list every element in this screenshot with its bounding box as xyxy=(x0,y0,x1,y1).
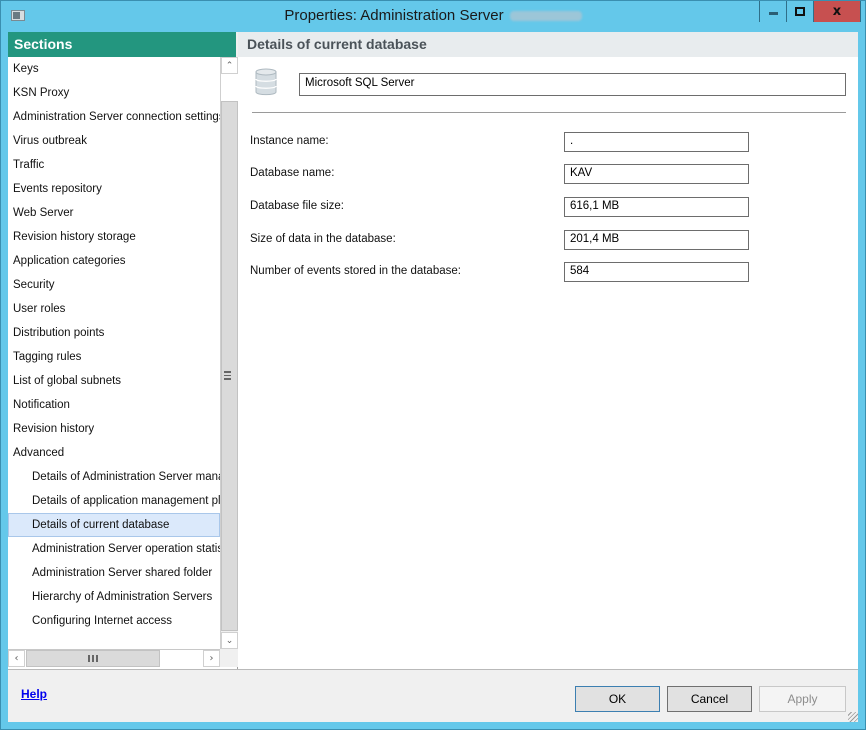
title-bar[interactable]: Properties: Administration Server x xyxy=(1,1,865,31)
ok-button[interactable]: OK xyxy=(575,686,660,712)
data-size-row: Size of data in the database: 201,4 MB xyxy=(250,230,750,250)
sidebar-item[interactable]: Details of application management plug-i… xyxy=(8,489,220,513)
scroll-left-button[interactable]: ‹ xyxy=(8,650,25,667)
data-size-label: Size of data in the database: xyxy=(250,233,396,245)
minimize-button[interactable] xyxy=(760,1,787,22)
scrollbar-corner xyxy=(220,649,238,667)
scroll-track[interactable] xyxy=(221,74,238,101)
splitter-grip-icon[interactable] xyxy=(224,371,232,381)
sidebar-item[interactable]: Revision history xyxy=(8,417,220,441)
sidebar-item[interactable]: User roles xyxy=(8,297,220,321)
database-file-size-row: Database file size: 616,1 MB xyxy=(250,197,750,217)
database-name-field[interactable]: KAV xyxy=(564,164,749,184)
cancel-button[interactable]: Cancel xyxy=(667,686,752,712)
help-link[interactable]: Help xyxy=(21,687,47,701)
sidebar-item[interactable]: Configuring Internet access xyxy=(8,609,220,633)
vertical-scroll-thumb[interactable] xyxy=(221,101,238,631)
scroll-right-button[interactable]: › xyxy=(203,650,220,667)
database-name-row: Database name: KAV xyxy=(250,164,750,184)
sidebar-item[interactable]: Notification xyxy=(8,393,220,417)
sidebar-item[interactable]: Keys xyxy=(8,57,220,81)
sidebar-item[interactable]: Traffic xyxy=(8,153,220,177)
database-file-size-label: Database file size: xyxy=(250,200,344,212)
database-details-panel: Microsoft SQL Server Instance name: . Da… xyxy=(238,57,858,669)
database-file-size-field[interactable]: 616,1 MB xyxy=(564,197,749,217)
maximize-button[interactable] xyxy=(787,1,814,22)
chevron-up-icon: ⌃ xyxy=(225,60,234,71)
apply-button[interactable]: Apply xyxy=(759,686,846,712)
content-title: Details of current database xyxy=(238,32,858,57)
resize-grip-icon[interactable] xyxy=(848,712,858,722)
redacted-server-name xyxy=(509,11,582,22)
events-count-field[interactable]: 584 xyxy=(564,262,749,282)
sidebar-item[interactable]: Events repository xyxy=(8,177,220,201)
scroll-up-button[interactable]: ⌃ xyxy=(221,57,238,74)
chevron-left-icon: ‹ xyxy=(14,653,19,664)
close-button[interactable]: x xyxy=(814,1,860,22)
events-count-label: Number of events stored in the database: xyxy=(250,265,461,277)
sections-header: Sections xyxy=(8,32,236,57)
sidebar-item[interactable]: Details of Administration Server managem… xyxy=(8,465,220,489)
sidebar-item[interactable]: Hierarchy of Administration Servers xyxy=(8,585,220,609)
window-controls: x xyxy=(759,1,861,22)
sidebar-item[interactable]: Advanced xyxy=(8,441,220,465)
sidebar-item[interactable]: Administration Server shared folder xyxy=(8,561,220,585)
database-icon xyxy=(255,68,277,96)
maximize-icon xyxy=(795,7,805,16)
minimize-icon xyxy=(768,12,778,15)
sidebar-item[interactable]: List of global subnets xyxy=(8,369,220,393)
horizontal-scroll-thumb[interactable] xyxy=(26,650,160,667)
properties-window: Properties: Administration Server x Sect… xyxy=(0,0,866,730)
grip-icon xyxy=(88,655,98,662)
dialog-client-area: Sections Keys KSN Proxy Administration Ser… xyxy=(8,32,858,722)
chevron-right-icon: › xyxy=(209,653,214,664)
separator xyxy=(252,112,846,113)
instance-name-field[interactable]: . xyxy=(564,132,749,152)
sidebar-item[interactable]: Security xyxy=(8,273,220,297)
sidebar-item[interactable]: Revision history storage xyxy=(8,225,220,249)
sidebar-item[interactable]: KSN Proxy xyxy=(8,81,220,105)
scroll-down-button[interactable]: ⌄ xyxy=(221,632,238,649)
chevron-down-icon: ⌄ xyxy=(225,635,234,646)
sections-panel: Keys KSN Proxy Administration Server conne… xyxy=(8,57,238,669)
window-title-text: Properties: Administration Server xyxy=(284,7,504,24)
dialog-footer: Help OK Cancel Apply xyxy=(8,669,858,722)
sections-vertical-scrollbar[interactable]: ⌃ ⌄ xyxy=(220,57,238,649)
events-count-row: Number of events stored in the database:… xyxy=(250,262,750,282)
sidebar-item[interactable]: Details of current database xyxy=(8,513,220,537)
sidebar-item[interactable]: Web Server xyxy=(8,201,220,225)
database-type-field[interactable]: Microsoft SQL Server xyxy=(299,73,846,96)
sidebar-item[interactable]: Tagging rules xyxy=(8,345,220,369)
sidebar-item[interactable]: Administration Server connection setting… xyxy=(8,105,220,129)
data-size-field[interactable]: 201,4 MB xyxy=(564,230,749,250)
sidebar-item[interactable]: Administration Server operation statisti… xyxy=(8,537,220,561)
sidebar-item[interactable]: Virus outbreak xyxy=(8,129,220,153)
sections-list: Keys KSN Proxy Administration Server conne… xyxy=(8,57,220,649)
sidebar-item[interactable]: Application categories xyxy=(8,249,220,273)
instance-name-row: Instance name: . xyxy=(250,132,750,152)
sidebar-item[interactable]: Distribution points xyxy=(8,321,220,345)
instance-name-label: Instance name: xyxy=(250,135,329,147)
close-icon: x xyxy=(832,4,842,19)
database-name-label: Database name: xyxy=(250,167,335,179)
window-title: Properties: Administration Server xyxy=(1,7,865,24)
sections-horizontal-scrollbar[interactable]: ‹ › xyxy=(8,649,220,667)
